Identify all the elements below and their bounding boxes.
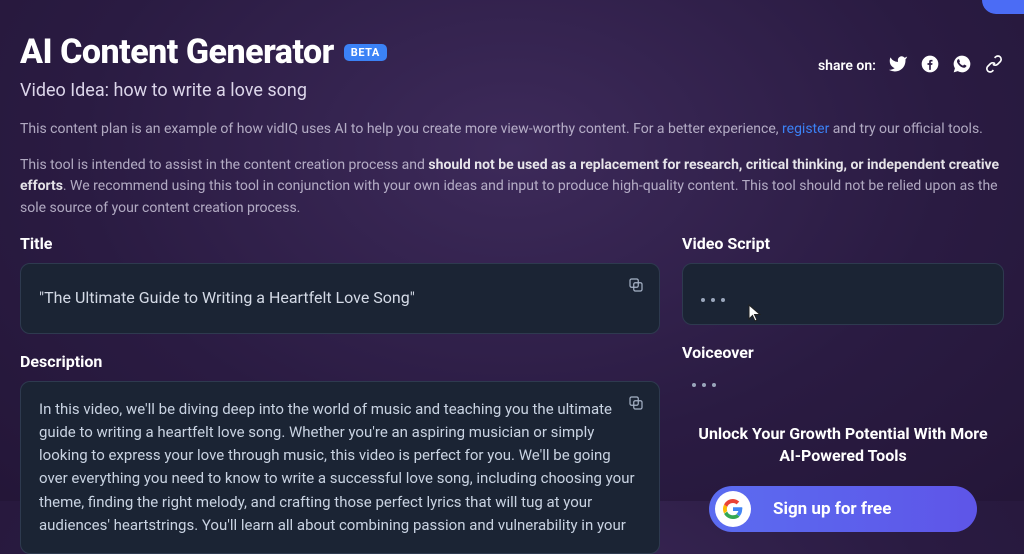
video-script-card [682,263,1004,325]
link-icon[interactable] [984,54,1004,78]
intro-line1-b: and try our official tools. [829,121,983,137]
signup-google-button[interactable]: Sign up for free [709,486,977,532]
share-block: share on: [818,54,1004,78]
share-label: share on: [818,58,876,74]
facebook-icon[interactable] [920,54,940,78]
description-card: In this video, we'll be diving deep into… [20,381,660,554]
top-corner-accent [982,0,1024,14]
title-value: "The Ultimate Guide to Writing a Heartfe… [39,288,415,307]
voiceover-label: Voiceover [682,343,1004,362]
twitter-icon[interactable] [888,54,908,78]
loading-dots-icon [701,298,725,302]
loading-dots-icon [692,383,716,387]
description-section-label: Description [20,352,660,371]
beta-badge: BETA [344,44,387,61]
whatsapp-icon[interactable] [952,54,972,78]
intro-line2-a: This tool is intended to assist in the c… [20,157,428,173]
title-block: AI Content Generator BETA Video Idea: ho… [20,32,387,101]
register-link[interactable]: register [782,121,829,137]
page-title: AI Content Generator BETA [20,32,387,72]
voiceover-loading [692,372,1004,391]
intro-line2-b: . We recommend using this tool in conjun… [20,178,998,216]
video-script-label: Video Script [682,234,1004,253]
intro-text: This content plan is an example of how v… [20,119,1004,220]
video-idea-subtitle: Video Idea: how to write a love song [20,80,387,101]
title-card: "The Ultimate Guide to Writing a Heartfe… [20,263,660,334]
title-section-label: Title [20,234,660,253]
signup-label: Sign up for free [773,499,891,519]
description-value: In this video, we'll be diving deep into… [39,400,635,534]
growth-cta-text: Unlock Your Growth Potential With More A… [682,423,1004,468]
intro-line1-a: This content plan is an example of how v… [20,121,782,137]
copy-icon[interactable] [627,394,645,412]
google-icon [715,491,751,527]
copy-icon[interactable] [627,276,645,294]
page-title-text: AI Content Generator [20,32,334,72]
